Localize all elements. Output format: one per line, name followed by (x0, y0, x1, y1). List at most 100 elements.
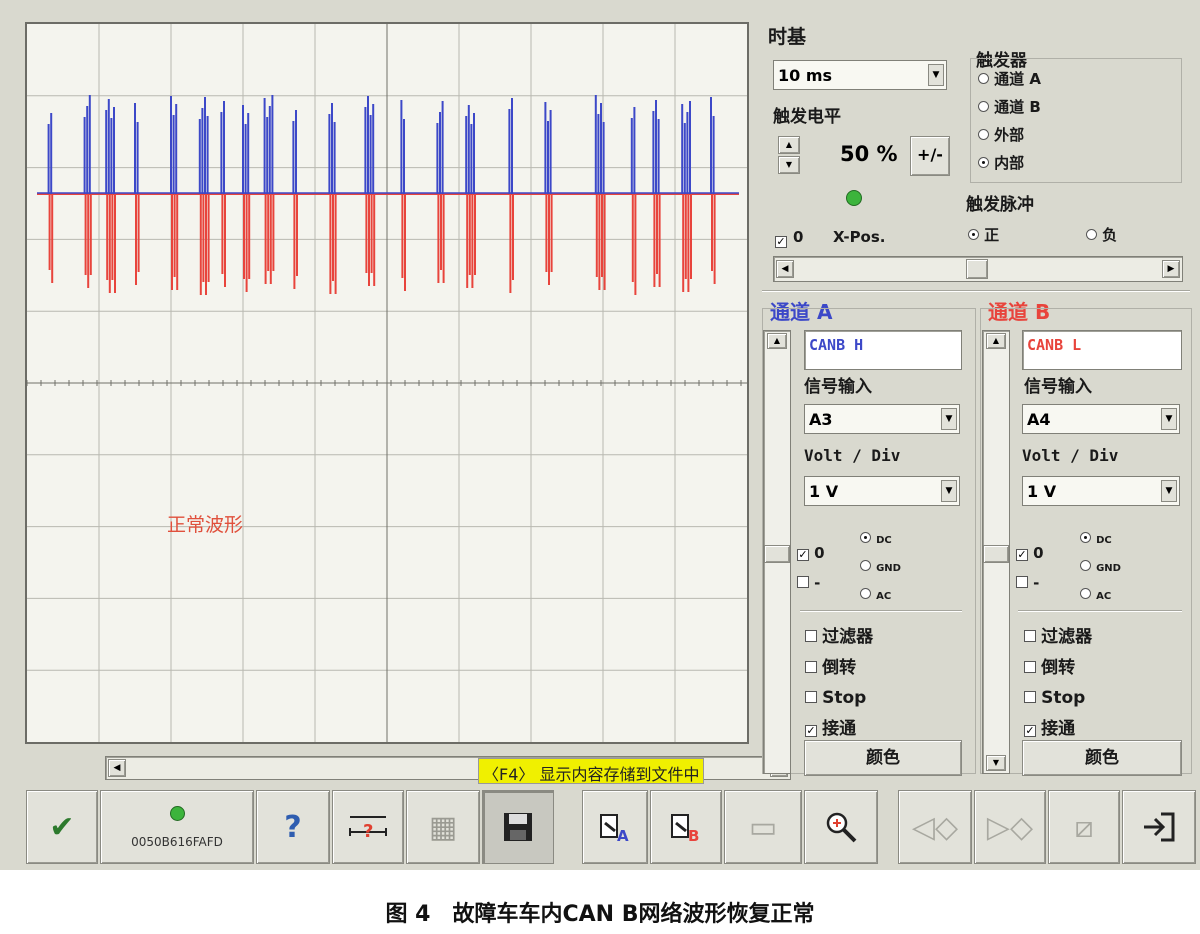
offset-up-icon[interactable]: ▲ (986, 333, 1006, 349)
channel-a-minus-checkbox[interactable]: - (797, 573, 820, 592)
level-up-icon[interactable]: ▲ (778, 136, 800, 154)
pulse-positive-radio[interactable]: 正 (968, 224, 999, 245)
xpos-slider[interactable]: ◀ ▶ (773, 256, 1183, 282)
zoom-button[interactable] (804, 790, 878, 864)
export-b-icon: B (671, 814, 699, 843)
zoom-icon (826, 812, 857, 843)
next-icon: ▷◇ (986, 809, 1034, 845)
channel-a-vdiv-value: 1 V (809, 482, 839, 501)
channel-a-name-field[interactable]: CANB H (804, 330, 962, 370)
figure-caption: 图 4 故障车车内CAN B网络波形恢复正常 (385, 902, 815, 927)
slider-left-icon[interactable]: ◀ (776, 260, 794, 278)
xpos-zero: 0 (793, 228, 804, 246)
trigger-internal[interactable]: 内部 (978, 152, 1041, 180)
channel-a-color-button[interactable]: 颜色 (804, 740, 962, 776)
channel-b-zero-checkbox[interactable]: ✓ 0 (1016, 543, 1044, 562)
offset-down-icon[interactable]: ▼ (986, 755, 1006, 771)
channel-a-filter-checkbox[interactable]: 过滤器 (805, 622, 873, 653)
xpos-label: X-Pos. (833, 228, 886, 246)
dropdown-arrow-icon[interactable]: ▼ (941, 480, 957, 502)
channel-b-minus-checkbox[interactable]: - (1016, 573, 1039, 592)
cursor-button[interactable]: ⧄ (1048, 790, 1120, 864)
export-channel-b-button[interactable]: B (650, 790, 722, 864)
channel-b-signal-value: A4 (1027, 410, 1051, 429)
help-icon: ? (284, 809, 302, 845)
channel-b-filter-checkbox[interactable]: 过滤器 (1024, 622, 1092, 653)
channel-b-gnd-radio[interactable]: GND (1080, 556, 1121, 575)
device-button[interactable]: 0050B616FAFD (100, 790, 254, 864)
channel-b-vdiv-select[interactable]: 1 V ▼ (1022, 476, 1180, 506)
monitor-icon: ▭ (748, 809, 778, 845)
next-button[interactable]: ▷◇ (974, 790, 1046, 864)
svg-text:?: ? (363, 821, 373, 842)
device-id: 0050B616FAFD (131, 834, 223, 849)
xpos-checkbox[interactable]: ✓ (775, 230, 787, 249)
trigger-channel-b[interactable]: 通道 B (978, 96, 1041, 124)
xpos-slider-thumb[interactable] (966, 259, 988, 279)
channel-b-offset-slider[interactable]: ▲ ▼ (982, 330, 1010, 774)
timebase-title: 时基 (768, 26, 807, 48)
timebase-value: 10 ms (778, 66, 833, 85)
channel-a-signal-value: A3 (809, 410, 833, 429)
channel-a-offset-thumb[interactable] (764, 545, 790, 563)
channel-a-ac-radio[interactable]: AC (860, 584, 891, 603)
dropdown-arrow-icon[interactable]: ▼ (941, 408, 957, 430)
print-icon: ▦ (428, 809, 458, 845)
channel-b-signal-select[interactable]: A4 ▼ (1022, 404, 1180, 434)
print-button[interactable]: ▦ (406, 790, 480, 864)
channel-b-dc-radio[interactable]: DC (1080, 528, 1112, 547)
exit-button[interactable] (1122, 790, 1196, 864)
channel-a-vdiv-label: Volt / Div (804, 446, 901, 465)
pulse-negative-radio[interactable]: 负 (1086, 224, 1117, 245)
prev-button[interactable]: ◁◇ (898, 790, 972, 864)
prev-icon: ◁◇ (911, 809, 959, 845)
channel-b-offset-thumb[interactable] (983, 545, 1009, 563)
channel-a-offset-slider[interactable]: ▲ (763, 330, 791, 774)
save-button[interactable] (482, 790, 554, 864)
channel-b-color-button[interactable]: 颜色 (1022, 740, 1182, 776)
channel-a-options: 过滤器 倒转 Stop ✓ 接通 (805, 622, 873, 744)
channel-a-zero-checkbox[interactable]: ✓ 0 (797, 543, 825, 562)
help-button[interactable]: ? (256, 790, 330, 864)
channel-b-stop-checkbox[interactable]: Stop (1024, 683, 1092, 714)
divider (1018, 610, 1182, 612)
dropdown-arrow-icon[interactable]: ▼ (1161, 408, 1177, 430)
channel-b-vdiv-label: Volt / Div (1022, 446, 1119, 465)
dropdown-arrow-icon[interactable]: ▼ (928, 64, 944, 86)
timebase-select[interactable]: 10 ms ▼ (773, 60, 947, 90)
channel-a-stop-checkbox[interactable]: Stop (805, 683, 873, 714)
trigger-level-value: 50 % (840, 142, 898, 166)
confirm-button[interactable]: ✔ (26, 790, 98, 864)
floppy-disk-icon (504, 813, 532, 841)
monitor-button[interactable]: ▭ (724, 790, 802, 864)
plusminus-button[interactable]: +/- (910, 136, 950, 176)
trigger-source-list: 通道 A 通道 B 外部 内部 (978, 68, 1041, 180)
channel-a-invert-checkbox[interactable]: 倒转 (805, 653, 873, 684)
channel-a-signal-select[interactable]: A3 ▼ (804, 404, 960, 434)
channel-a-vdiv-select[interactable]: 1 V ▼ (804, 476, 960, 506)
channel-a-dc-radio[interactable]: DC (860, 528, 892, 547)
svg-text:A: A (617, 827, 629, 843)
divider (762, 290, 1190, 292)
trigger-external[interactable]: 外部 (978, 124, 1041, 152)
cursor-icon: ⧄ (1074, 809, 1094, 845)
measure-icon: ? (349, 816, 387, 842)
trigger-pulse-title: 触发脉冲 (966, 195, 1034, 215)
measure-button[interactable]: ? (332, 790, 404, 864)
level-down-icon[interactable]: ▼ (778, 156, 800, 174)
channel-b-ac-radio[interactable]: AC (1080, 584, 1111, 603)
dropdown-arrow-icon[interactable]: ▼ (1161, 480, 1177, 502)
waveform-plot (27, 24, 747, 742)
channel-b-invert-checkbox[interactable]: 倒转 (1024, 653, 1092, 684)
scroll-left-icon[interactable]: ◀ (108, 759, 126, 777)
save-tooltip: 〈F4〉 显示内容存储到文件中 (478, 758, 705, 784)
channel-a-signal-label: 信号输入 (804, 377, 872, 397)
trigger-channel-a[interactable]: 通道 A (978, 68, 1041, 96)
waveform-display: 正常波形 (25, 22, 749, 744)
offset-up-icon[interactable]: ▲ (767, 333, 787, 349)
channel-a-gnd-radio[interactable]: GND (860, 556, 901, 575)
slider-right-icon[interactable]: ▶ (1162, 260, 1180, 278)
channel-b-vdiv-value: 1 V (1027, 482, 1057, 501)
export-channel-a-button[interactable]: A (582, 790, 648, 864)
channel-b-name-field[interactable]: CANB L (1022, 330, 1182, 370)
